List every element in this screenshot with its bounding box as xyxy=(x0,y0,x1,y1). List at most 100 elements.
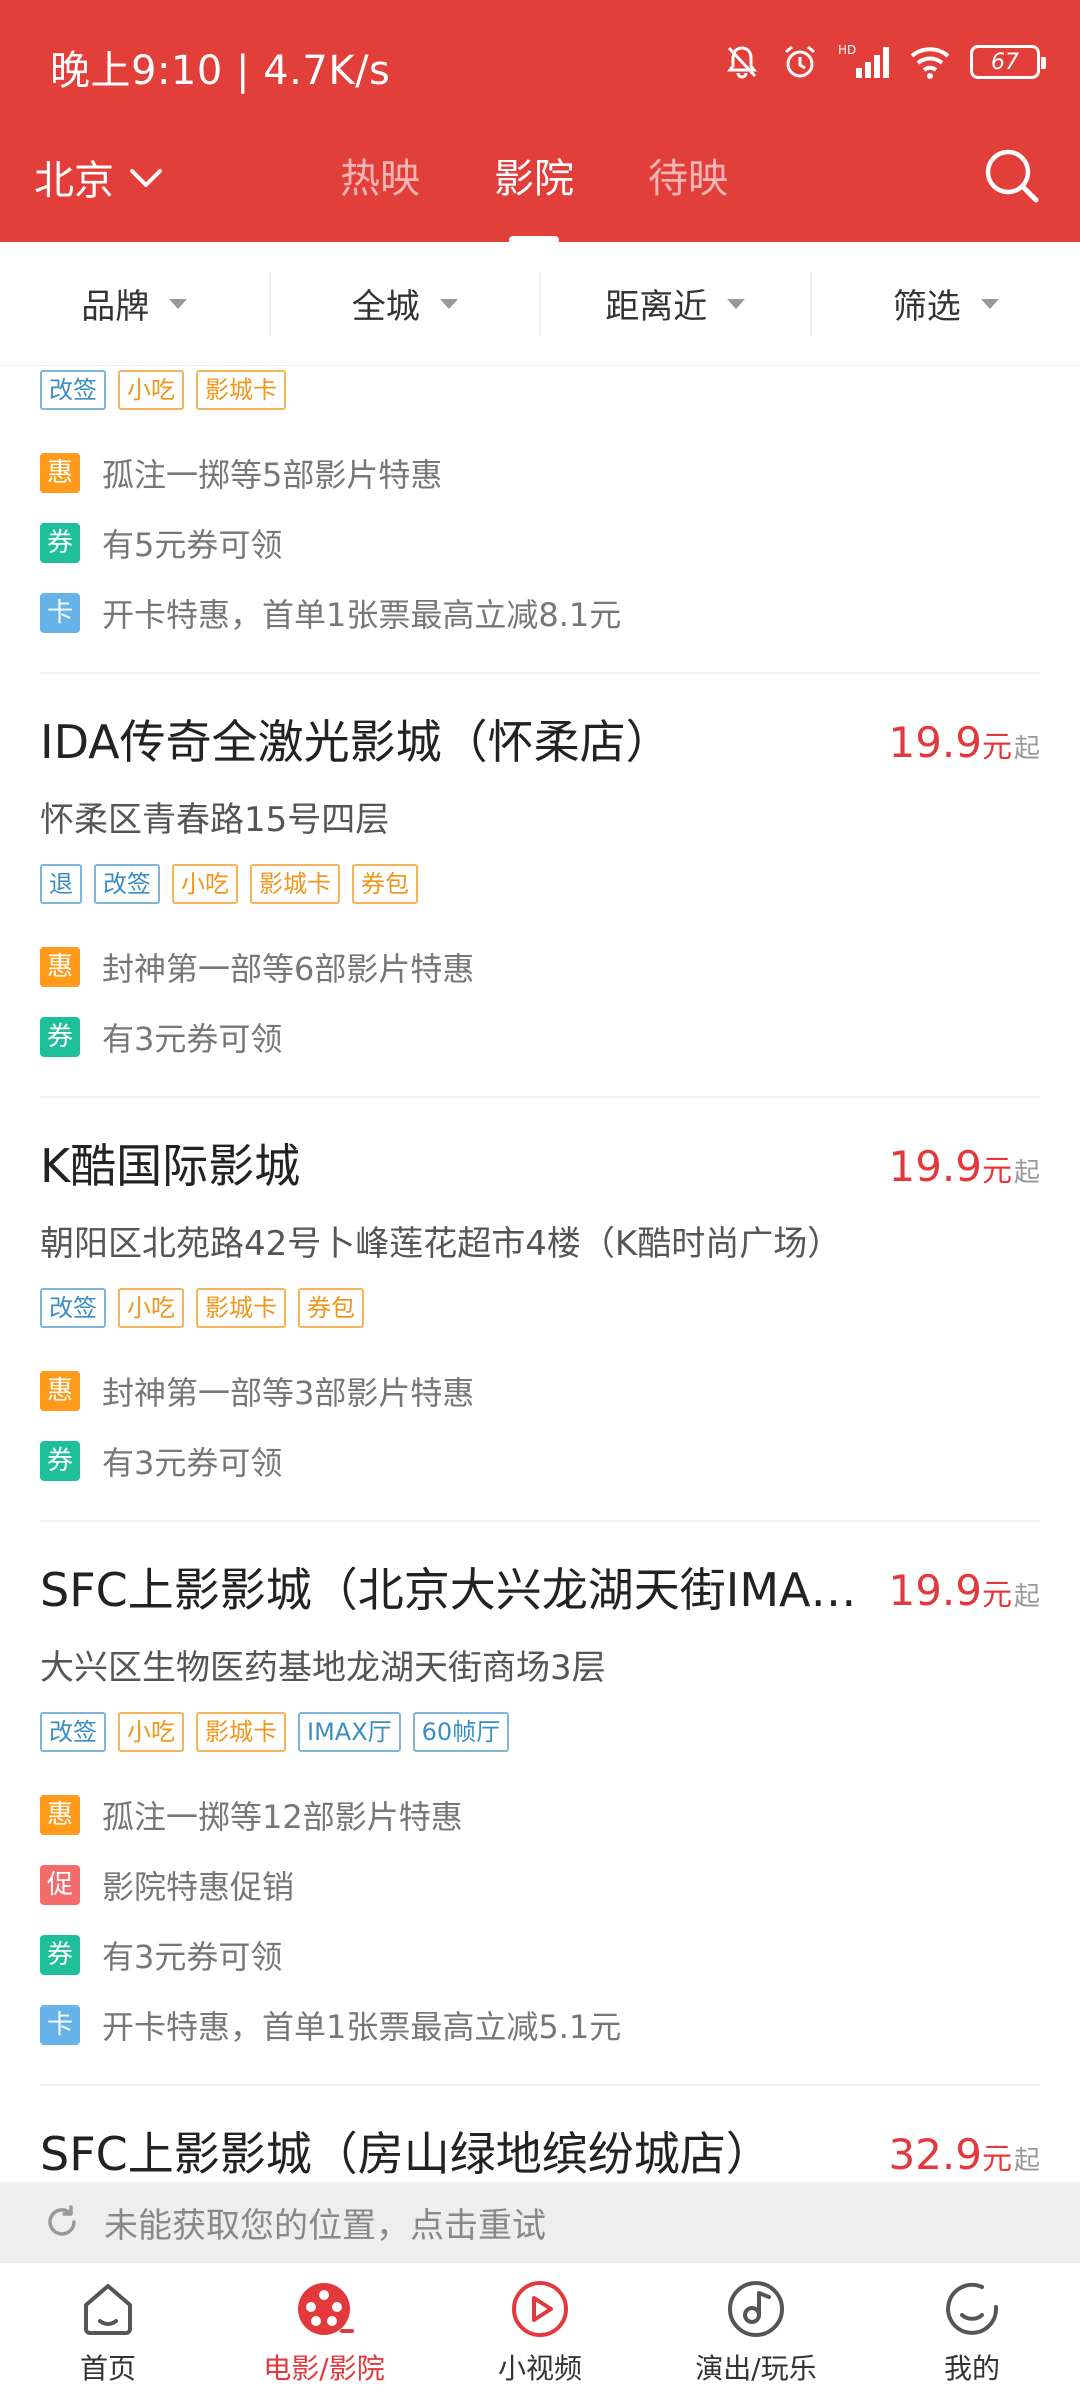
cinema-price: 32.9元起 xyxy=(888,2130,1040,2179)
app-screen: 晚上9:10 | 4.7K/s HD 67 北京 热映 影院 待映 品牌 全城 … xyxy=(0,0,1080,2400)
tab-cinemas[interactable]: 影院 xyxy=(494,146,574,244)
discount-badge-icon: 惠 xyxy=(40,1795,80,1835)
location-retry-bar[interactable]: 未能获取您的位置，点击重试 xyxy=(0,2182,1080,2262)
promo-row: 惠 封神第一部等6部影片特惠 xyxy=(40,944,474,990)
tag: 影城卡 xyxy=(196,1712,286,1752)
cinema-price: 19.9元起 xyxy=(888,1566,1040,1615)
filter-brand-label: 品牌 xyxy=(81,287,150,327)
price-value: 32.9 xyxy=(888,2130,982,2179)
divider xyxy=(40,672,1040,674)
caret-down-icon xyxy=(169,298,188,309)
cinema-item[interactable]: IDA传奇全激光影城（怀柔店） 19.9元起 怀柔区青春路15号四层 退 改签 … xyxy=(40,712,1040,1092)
profile-circle-icon xyxy=(946,2282,999,2335)
cinema-item[interactable]: SFC上影影城（北京大兴龙湖天街IMAX店） 19.9元起 大兴区生物医药基地龙… xyxy=(40,1560,1040,2080)
filter-more[interactable]: 筛选 xyxy=(812,272,1080,336)
nav-movies-cinemas[interactable]: 电影/影院 xyxy=(216,2263,432,2400)
caret-down-icon xyxy=(439,298,458,309)
price-unit: 元 xyxy=(981,1578,1012,1613)
cinema-address: 大兴区生物医药基地龙湖天街商场3层 xyxy=(40,1648,606,1688)
tab-now-showing[interactable]: 热映 xyxy=(340,146,420,204)
promo-row: 卡 开卡特惠，首单1张票最高立减8.1元 xyxy=(40,590,621,636)
price-suffix: 起 xyxy=(1013,1582,1040,1612)
cinema-price: 19.9元起 xyxy=(888,718,1040,767)
network-label: HD xyxy=(838,43,856,57)
divider xyxy=(40,2084,1040,2086)
tag: 影城卡 xyxy=(196,370,286,410)
main-tabs: 热映 影院 待映 xyxy=(340,146,728,244)
cinema-name: IDA传奇全激光影城（怀柔店） xyxy=(40,715,672,769)
discount-badge-icon: 惠 xyxy=(40,947,80,987)
promo-text: 影院特惠促销 xyxy=(102,1868,295,1906)
tag: 影城卡 xyxy=(196,1288,286,1328)
promo-text: 孤注一掷等12部影片特惠 xyxy=(102,1798,463,1836)
tag: 改签 xyxy=(40,1712,106,1752)
status-bar: 晚上9:10 | 4.7K/s HD 67 xyxy=(0,0,1080,128)
header: 晚上9:10 | 4.7K/s HD 67 北京 热映 影院 待映 xyxy=(0,0,1080,244)
location-retry-text: 未能获取您的位置，点击重试 xyxy=(104,2205,546,2246)
tab-cinemas-label: 影院 xyxy=(494,156,574,202)
promo-text: 有5元券可领 xyxy=(102,526,283,564)
price-unit: 元 xyxy=(981,2142,1012,2177)
nav-movies-cinemas-label: 电影/影院 xyxy=(263,2352,385,2385)
coupon-badge-icon: 券 xyxy=(40,1441,80,1481)
nav-shows-fun-label: 演出/玩乐 xyxy=(695,2352,817,2385)
search-icon xyxy=(985,149,1039,203)
caret-down-icon xyxy=(727,298,746,309)
filter-area[interactable]: 全城 xyxy=(271,271,541,336)
film-reel-icon xyxy=(298,2283,354,2335)
promo-row: 卡 开卡特惠，首单1张票最高立减5.1元 xyxy=(40,2002,621,2048)
home-icon xyxy=(84,2284,132,2335)
promo-row: 惠 孤注一掷等12部影片特惠 xyxy=(40,1792,463,1838)
divider xyxy=(40,1520,1040,1522)
tag: 券包 xyxy=(352,864,418,904)
price-suffix: 起 xyxy=(1013,734,1040,764)
alarm-clock-icon xyxy=(780,42,820,82)
divider xyxy=(40,1096,1040,1098)
promo-row: 券 有5元券可领 xyxy=(40,520,282,566)
cinema-price: 19.9元起 xyxy=(888,1142,1040,1191)
coupon-badge-icon: 券 xyxy=(40,523,80,563)
cinema-name: SFC上影影城（北京大兴龙湖天街IMAX店） xyxy=(40,1563,880,1617)
tag: 小吃 xyxy=(118,370,184,410)
tag: 退 xyxy=(40,864,82,904)
city-selector[interactable]: 北京 xyxy=(34,148,164,206)
filter-brand[interactable]: 品牌 xyxy=(0,271,271,336)
cinema-item[interactable]: 改签 小吃 影城卡 惠 孤注一掷等5部影片特惠 券 有5元券可领 卡 开卡特惠，… xyxy=(40,366,1040,676)
city-label: 北京 xyxy=(34,158,114,204)
mute-bell-icon xyxy=(722,42,762,82)
promo-text: 开卡特惠，首单1张票最高立减5.1元 xyxy=(102,2008,622,2046)
nav-profile[interactable]: 我的 xyxy=(864,2263,1080,2400)
tab-coming-soon[interactable]: 待映 xyxy=(648,146,728,204)
cinema-tags: 改签 小吃 影城卡 IMAX厅 60帧厅 xyxy=(40,1712,510,1752)
card-badge-icon: 卡 xyxy=(40,593,80,633)
tag: 改签 xyxy=(40,370,106,410)
promo-text: 封神第一部等6部影片特惠 xyxy=(102,950,475,988)
music-disc-icon xyxy=(728,2281,784,2337)
bottom-nav: 首页 电影/影院 小视频 演出/玩乐 我的 xyxy=(0,2262,1080,2400)
filter-sort-label: 距离近 xyxy=(605,287,708,327)
cinema-name: SFC上影影城（房山绿地缤纷城店） xyxy=(40,2127,772,2181)
cinema-tags: 退 改签 小吃 影城卡 券包 xyxy=(40,864,418,904)
price-unit: 元 xyxy=(981,730,1012,765)
filter-area-label: 全城 xyxy=(351,287,420,327)
caret-down-icon xyxy=(980,298,999,309)
top-nav: 北京 热映 影院 待映 xyxy=(0,128,1080,244)
promo-row: 券 有3元券可领 xyxy=(40,1932,282,1978)
tag: 影城卡 xyxy=(250,864,340,904)
search-button[interactable] xyxy=(980,144,1042,206)
nav-shows-fun[interactable]: 演出/玩乐 xyxy=(648,2263,864,2400)
filter-sort[interactable]: 距离近 xyxy=(541,271,812,336)
price-unit: 元 xyxy=(981,1154,1012,1189)
cinema-address: 怀柔区青春路15号四层 xyxy=(40,800,390,840)
cinema-item[interactable]: SFC上影影城（房山绿地缤纷城店） 32.9元起 xyxy=(40,2124,1040,2182)
refresh-icon xyxy=(48,2205,76,2236)
nav-home[interactable]: 首页 xyxy=(0,2263,216,2400)
cinema-tags: 改签 小吃 影城卡 xyxy=(40,370,286,410)
tag: 小吃 xyxy=(172,864,238,904)
nav-short-video[interactable]: 小视频 xyxy=(432,2263,648,2400)
cinema-list: 改签 小吃 影城卡 惠 孤注一掷等5部影片特惠 券 有5元券可领 卡 开卡特惠，… xyxy=(0,366,1080,2182)
promo-text: 封神第一部等3部影片特惠 xyxy=(102,1374,475,1412)
coupon-badge-icon: 券 xyxy=(40,1935,80,1975)
promo-text: 有3元券可领 xyxy=(102,1938,283,1976)
cinema-item[interactable]: K酷国际影城 19.9元起 朝阳区北苑路42号卜峰莲花超市4楼（K酷时尚广场） … xyxy=(40,1136,1040,1516)
